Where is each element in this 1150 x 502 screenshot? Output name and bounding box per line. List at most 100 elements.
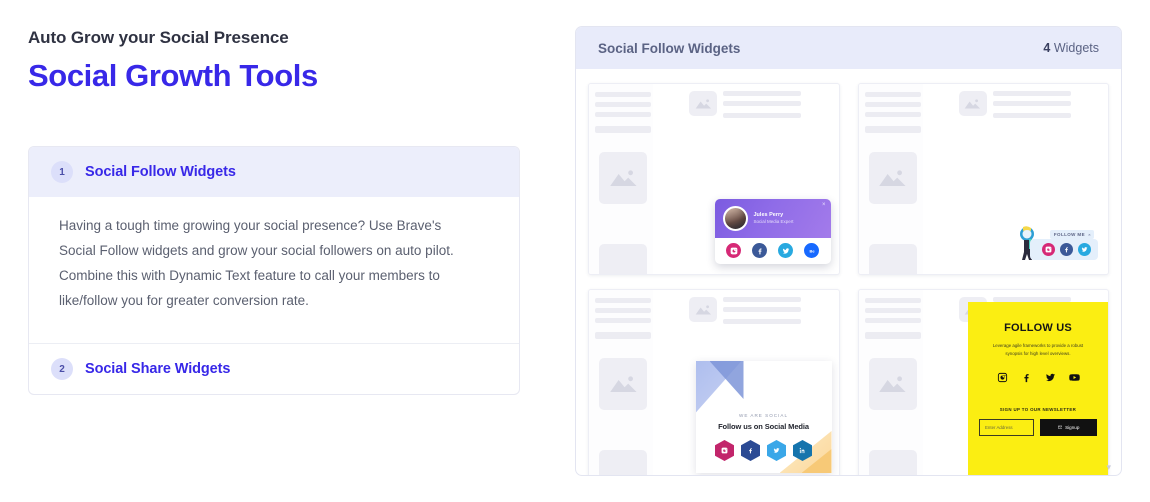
follow-us-description: Leverage agile frameworks to provide a r… bbox=[992, 343, 1084, 356]
wireframe-bar bbox=[723, 297, 801, 302]
widget-card-1[interactable]: Jules Perry Social Media Expert × Be bbox=[588, 83, 840, 275]
avatar bbox=[722, 206, 748, 231]
linkedin-icon[interactable] bbox=[793, 440, 812, 461]
wireframe-bar bbox=[723, 113, 801, 118]
social-icon-row bbox=[979, 370, 1097, 388]
image-icon bbox=[609, 168, 638, 187]
wireframe-bar bbox=[595, 126, 651, 133]
social-follow-panel-content: WE ARE SOCIAL Follow us on Social Media bbox=[696, 361, 832, 473]
instagram-icon[interactable] bbox=[726, 243, 741, 258]
social-follow-card[interactable]: Jules Perry Social Media Expert × Be bbox=[714, 199, 831, 264]
follow-me-bar: FOLLOW ME × bbox=[1030, 230, 1098, 260]
accordion: 1 Social Follow Widgets Having a tough t… bbox=[28, 146, 520, 395]
wireframe-image-placeholder bbox=[868, 358, 917, 410]
instagram-icon[interactable] bbox=[1042, 243, 1055, 256]
panel-widget-count-number: 4 bbox=[1043, 41, 1051, 55]
widget-preview-panel: Social Follow Widgets 4 Widgets Jules Pe… bbox=[575, 26, 1122, 476]
close-icon[interactable]: × bbox=[1088, 232, 1091, 237]
follow-us-title: FOLLOW US bbox=[1004, 322, 1072, 334]
image-icon bbox=[964, 98, 981, 109]
facebook-icon[interactable] bbox=[752, 243, 767, 258]
wireframe-bar bbox=[864, 308, 921, 313]
follow-me-label-wrap: FOLLOW ME × bbox=[1049, 230, 1094, 239]
social-follow-card-header: Jules Perry Social Media Expert × bbox=[714, 199, 831, 238]
close-icon[interactable]: × bbox=[822, 202, 826, 208]
wireframe-bar bbox=[595, 308, 651, 313]
facebook-icon[interactable] bbox=[1060, 243, 1073, 256]
accordion-item-1-header[interactable]: 1 Social Follow Widgets bbox=[29, 147, 519, 197]
wireframe-bar bbox=[992, 101, 1071, 106]
social-follow-panel[interactable]: WE ARE SOCIAL Follow us on Social Media bbox=[695, 361, 832, 473]
image-icon bbox=[695, 304, 712, 315]
wireframe-bar bbox=[723, 101, 801, 106]
newsletter-form: Enter Address Signup bbox=[979, 419, 1097, 436]
wireframe-bar bbox=[992, 113, 1071, 118]
svg-text:Be: Be bbox=[809, 248, 815, 253]
wireframe-bar bbox=[595, 92, 651, 97]
wireframe-bar bbox=[864, 332, 921, 339]
facebook-icon[interactable] bbox=[1021, 370, 1032, 388]
wireframe-image-placeholder bbox=[868, 244, 917, 274]
wireframe-bar bbox=[723, 319, 801, 324]
email-input[interactable]: Enter Address bbox=[979, 419, 1034, 436]
wireframe-image-placeholder bbox=[599, 152, 647, 204]
facebook-icon[interactable] bbox=[741, 440, 760, 461]
instagram-icon[interactable] bbox=[997, 370, 1008, 388]
accordion-item-1-body: Having a tough time growing your social … bbox=[59, 218, 454, 308]
profile-role: Social Media Expert bbox=[753, 219, 794, 225]
wireframe-bar bbox=[595, 298, 651, 303]
wireframe-bar bbox=[595, 318, 651, 323]
wireframe-image-placeholder bbox=[599, 244, 647, 274]
twitter-icon[interactable] bbox=[778, 243, 793, 258]
chevron-down-icon[interactable]: ▾ bbox=[1106, 463, 1111, 472]
accordion-item-2-header[interactable]: 2 Social Share Widgets bbox=[29, 343, 519, 394]
wireframe-bar bbox=[595, 332, 651, 339]
page-title: Social Growth Tools bbox=[28, 58, 318, 94]
wireframe-image-placeholder bbox=[689, 91, 717, 116]
wireframe-bar bbox=[595, 112, 651, 117]
signup-button[interactable]: Signup bbox=[1040, 419, 1097, 436]
accordion-item-2-title: Social Share Widgets bbox=[85, 361, 231, 377]
wireframe-bar bbox=[992, 91, 1071, 96]
wireframe-bar bbox=[864, 112, 921, 117]
widget-card-2[interactable]: FOLLOW ME × bbox=[857, 83, 1109, 275]
follow-us-popup[interactable]: FOLLOW US Leverage agile frameworks to p… bbox=[968, 302, 1108, 475]
eyebrow-text: Auto Grow your Social Presence bbox=[28, 28, 289, 47]
wireframe-bar bbox=[723, 307, 801, 312]
newsletter-subtitle: SIGN UP TO OUR NEWSLETTER bbox=[999, 407, 1077, 412]
image-icon bbox=[878, 374, 907, 393]
twitter-icon[interactable] bbox=[767, 440, 786, 461]
wireframe-bar bbox=[723, 91, 801, 96]
panel-widget-count-label: Widgets bbox=[1053, 41, 1099, 55]
envelope-icon bbox=[1057, 426, 1062, 429]
behance-icon[interactable]: Be bbox=[804, 243, 819, 258]
page-root: Auto Grow your Social Presence Social Gr… bbox=[0, 0, 1150, 502]
wireframe-image-placeholder bbox=[958, 91, 987, 116]
social-panel-title: Follow us on Social Media bbox=[718, 422, 809, 431]
social-icon-row: Be bbox=[715, 238, 831, 264]
profile-text: Jules Perry Social Media Expert bbox=[754, 211, 794, 226]
social-panel-eyebrow: WE ARE SOCIAL bbox=[739, 413, 788, 418]
wireframe-bar bbox=[864, 92, 921, 97]
signup-button-label: Signup bbox=[1065, 425, 1080, 430]
accordion-item-1-title: Social Follow Widgets bbox=[85, 164, 236, 180]
wireframe-bar bbox=[864, 126, 921, 133]
youtube-icon[interactable] bbox=[1068, 370, 1080, 388]
follow-me-widget[interactable]: FOLLOW ME × bbox=[1014, 226, 1098, 260]
wireframe-image-placeholder bbox=[868, 152, 917, 204]
follow-me-label: FOLLOW ME bbox=[1053, 232, 1085, 237]
twitter-icon[interactable] bbox=[1045, 370, 1056, 388]
accordion-item-2-number: 2 bbox=[51, 358, 73, 380]
twitter-icon[interactable] bbox=[1078, 243, 1091, 256]
instagram-icon[interactable] bbox=[715, 440, 734, 461]
wireframe-bar bbox=[864, 318, 921, 323]
widget-grid: Jules Perry Social Media Expert × Be FOL… bbox=[576, 69, 1121, 475]
social-icon-row bbox=[696, 440, 832, 461]
wireframe-image-placeholder bbox=[689, 297, 717, 322]
widget-card-4[interactable]: FOLLOW US Leverage agile frameworks to p… bbox=[857, 289, 1109, 475]
wireframe-image-placeholder bbox=[599, 450, 647, 475]
profile-name: Jules Perry bbox=[753, 212, 784, 218]
accordion-item-1-number: 1 bbox=[51, 161, 73, 183]
widget-card-3[interactable]: WE ARE SOCIAL Follow us on Social Media bbox=[588, 289, 840, 475]
image-icon bbox=[609, 374, 638, 393]
